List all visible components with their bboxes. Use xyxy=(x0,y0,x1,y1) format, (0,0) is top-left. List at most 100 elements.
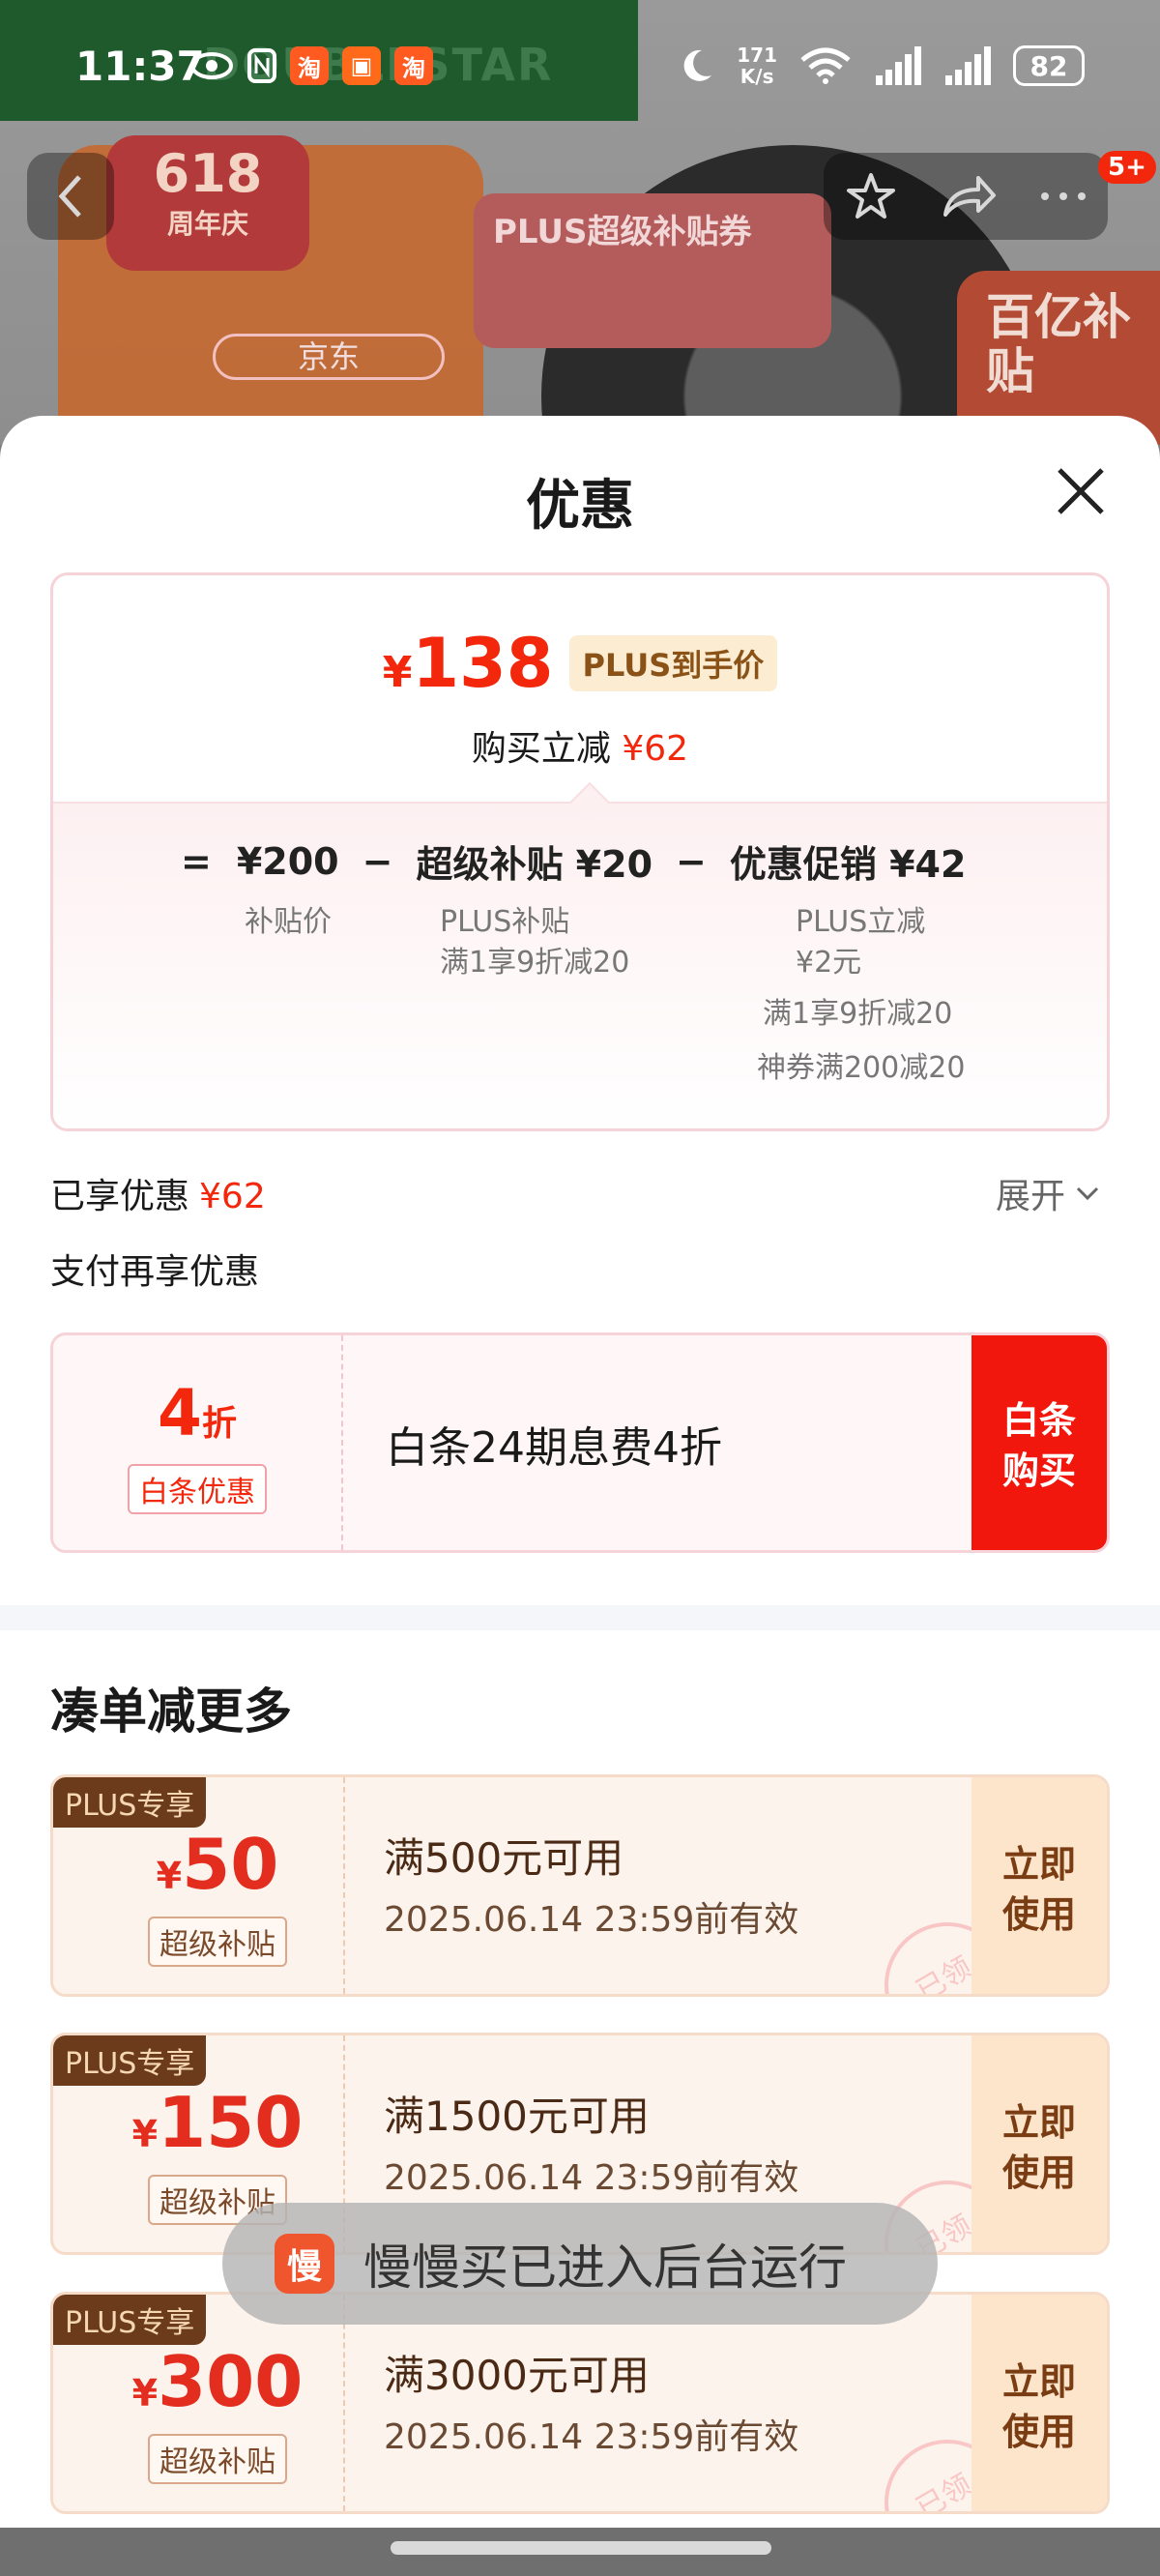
enjoyed-discount: 已享优惠 ¥62 xyxy=(50,1168,266,1218)
badge-618-number: 618 xyxy=(153,143,263,204)
network-speed-value: 171 xyxy=(737,44,777,67)
price-amount: 138 xyxy=(412,624,554,703)
pay-more-label: 支付再享优惠 xyxy=(50,1252,260,1292)
promo-note-extra: 满1享9折减20 神券满200减20 xyxy=(757,987,965,1096)
expand-button[interactable]: 展开 xyxy=(996,1168,1100,1218)
use-now-button[interactable]: 立即 使用 xyxy=(972,2035,1107,2252)
share-icon[interactable] xyxy=(940,172,998,220)
use-now-line1: 立即 xyxy=(1001,1843,1076,1886)
jd-label: 京东 xyxy=(213,334,445,380)
coupon-amount: ¥300 xyxy=(53,2345,343,2430)
nfc-icon xyxy=(247,48,276,83)
app-icon: ▣ xyxy=(342,46,381,85)
base-price: ¥200 xyxy=(236,839,339,883)
price-breakdown-card: ¥138 PLUS到手价 购买立减 ¥62 = ¥200 − 超级补贴 ¥20 … xyxy=(50,572,1110,1131)
status-bar: 11:37 淘 ▣ 淘 171 K/s 82 xyxy=(0,0,1160,135)
signal-icon xyxy=(876,46,921,85)
section-title: 凑单减更多 xyxy=(50,1683,292,1740)
coupon-symbol: ¥ xyxy=(156,1855,183,1897)
baitiao-description: 白条24期息费4折 xyxy=(386,1423,722,1473)
expand-label: 展开 xyxy=(996,1177,1066,1216)
chevron-down-icon xyxy=(1076,1186,1099,1201)
promo-note: PLUS立减 ¥2元 xyxy=(796,902,925,983)
use-now-button[interactable]: 立即 使用 xyxy=(972,1777,1107,1994)
use-now-line2: 使用 xyxy=(1001,2152,1076,2194)
chevron-left-icon xyxy=(58,175,81,218)
message-badge: 5+ xyxy=(1098,151,1156,184)
network-speed: 171 K/s xyxy=(737,44,777,87)
wifi-icon xyxy=(800,47,851,84)
coupon-condition: 满500元可用 xyxy=(384,1834,624,1882)
baitiao-discount-unit: 折 xyxy=(201,1404,237,1444)
promo-discount: 优惠促销 ¥42 xyxy=(729,843,967,886)
coupon-tag: 超级补贴 xyxy=(148,2434,287,2484)
use-now-line2: 使用 xyxy=(1001,2411,1076,2453)
status-system-icons: 171 K/s 82 xyxy=(677,44,1085,87)
baitiao-tag: 白条优惠 xyxy=(128,1464,267,1514)
coupon-expiry: 2025.06.14 23:59前有效 xyxy=(384,1900,799,1940)
promo-note-line3: 满1享9折减20 xyxy=(763,997,953,1031)
signal-icon-2 xyxy=(945,46,991,85)
coupon-amount: ¥150 xyxy=(53,2086,343,2171)
final-price: ¥138 xyxy=(383,624,554,703)
price-symbol: ¥ xyxy=(382,648,413,697)
coupon-amount-value: 300 xyxy=(158,2341,304,2422)
baitiao-buy-line1: 白条 xyxy=(1001,1399,1076,1442)
taobao-app-icon-2: 淘 xyxy=(394,46,433,85)
use-now-line2: 使用 xyxy=(1001,1893,1076,1936)
more-icon[interactable] xyxy=(1039,190,1088,202)
star-icon[interactable] xyxy=(844,169,898,223)
baitiao-discount: 4折 xyxy=(53,1380,341,1458)
section-divider xyxy=(0,1605,1160,1630)
promo-note-line2: ¥2元 xyxy=(796,946,862,980)
promo-note-line1: PLUS立减 xyxy=(796,905,926,939)
subsidy-note-line2: 满1享9折减20 xyxy=(440,946,630,980)
badge-618: 618 周年庆 xyxy=(106,135,309,271)
background-running-toast: 慢 慢慢买已进入后台运行 xyxy=(222,2203,938,2325)
coupon-symbol: ¥ xyxy=(131,2372,159,2415)
coupon-tag: 超级补贴 xyxy=(148,1917,287,1967)
coupon-card: ¥300 超级补贴 PLUS专享 满3000元可用 2025.06.14 23:… xyxy=(50,2292,1110,2514)
coupon-condition: 满3000元可用 xyxy=(384,2352,650,2399)
baitiao-offer: 4折 白条优惠 白条24期息费4折 白条 购买 xyxy=(50,1332,1110,1553)
plus-exclusive-badge: PLUS专享 xyxy=(53,2035,207,2086)
close-icon[interactable] xyxy=(1054,464,1108,518)
enjoyed-value: ¥62 xyxy=(199,1177,266,1216)
coupon-symbol: ¥ xyxy=(131,2113,159,2155)
coupon-expiry: 2025.06.14 23:59前有效 xyxy=(384,2158,799,2198)
moon-icon xyxy=(683,49,712,81)
price-formula: = ¥200 − 超级补贴 ¥20 − 优惠促销 ¥42 xyxy=(181,834,966,888)
use-now-line1: 立即 xyxy=(1001,2101,1076,2144)
manmanmai-app-icon: 慢 xyxy=(275,2234,334,2294)
final-price-row: ¥138 PLUS到手价 xyxy=(53,624,1107,703)
instant-discount-label: 购买立减 xyxy=(471,729,611,769)
plus-exclusive-badge: PLUS专享 xyxy=(53,2295,207,2345)
coupon-amount-value: 150 xyxy=(158,2082,304,2163)
instant-discount: 购买立减 ¥62 xyxy=(53,720,1107,771)
toast-text: 慢慢买已进入后台运行 xyxy=(363,2239,847,2296)
super-subsidy: 超级补贴 ¥20 xyxy=(416,843,653,886)
promo-note-line4: 神券满200减20 xyxy=(757,1051,966,1085)
subsidy-note: PLUS补贴 满1享9折减20 xyxy=(440,902,629,983)
status-time: 11:37 xyxy=(75,43,205,90)
home-indicator[interactable] xyxy=(391,2541,771,2555)
baitiao-buy-line2: 购买 xyxy=(1001,1449,1076,1492)
baitiao-buy-button[interactable]: 白条 购买 xyxy=(972,1335,1107,1550)
taobao-app-icon: 淘 xyxy=(290,46,329,85)
use-now-button[interactable]: 立即 使用 xyxy=(972,2295,1107,2511)
baitiao-discount-value: 4 xyxy=(158,1376,202,1450)
eye-icon xyxy=(190,52,233,79)
minus-sign: − xyxy=(362,839,393,883)
back-button[interactable] xyxy=(27,153,114,240)
battery-icon: 82 xyxy=(1013,45,1085,86)
enjoyed-label: 已享优惠 xyxy=(50,1177,190,1216)
equals-sign: = xyxy=(181,839,212,883)
baitiao-discount-block: 4折 白条优惠 xyxy=(53,1335,343,1550)
base-price-note: 补贴价 xyxy=(245,905,332,939)
use-now-line1: 立即 xyxy=(1001,2360,1076,2403)
sheet-title: 优惠 xyxy=(526,475,634,538)
status-notification-icons: 淘 ▣ 淘 xyxy=(189,46,433,85)
plus-price-tag: PLUS到手价 xyxy=(568,635,778,691)
coupon-amount: ¥50 xyxy=(53,1828,343,1913)
plus-subsidy-card: PLUS超级补贴券 xyxy=(474,193,831,348)
